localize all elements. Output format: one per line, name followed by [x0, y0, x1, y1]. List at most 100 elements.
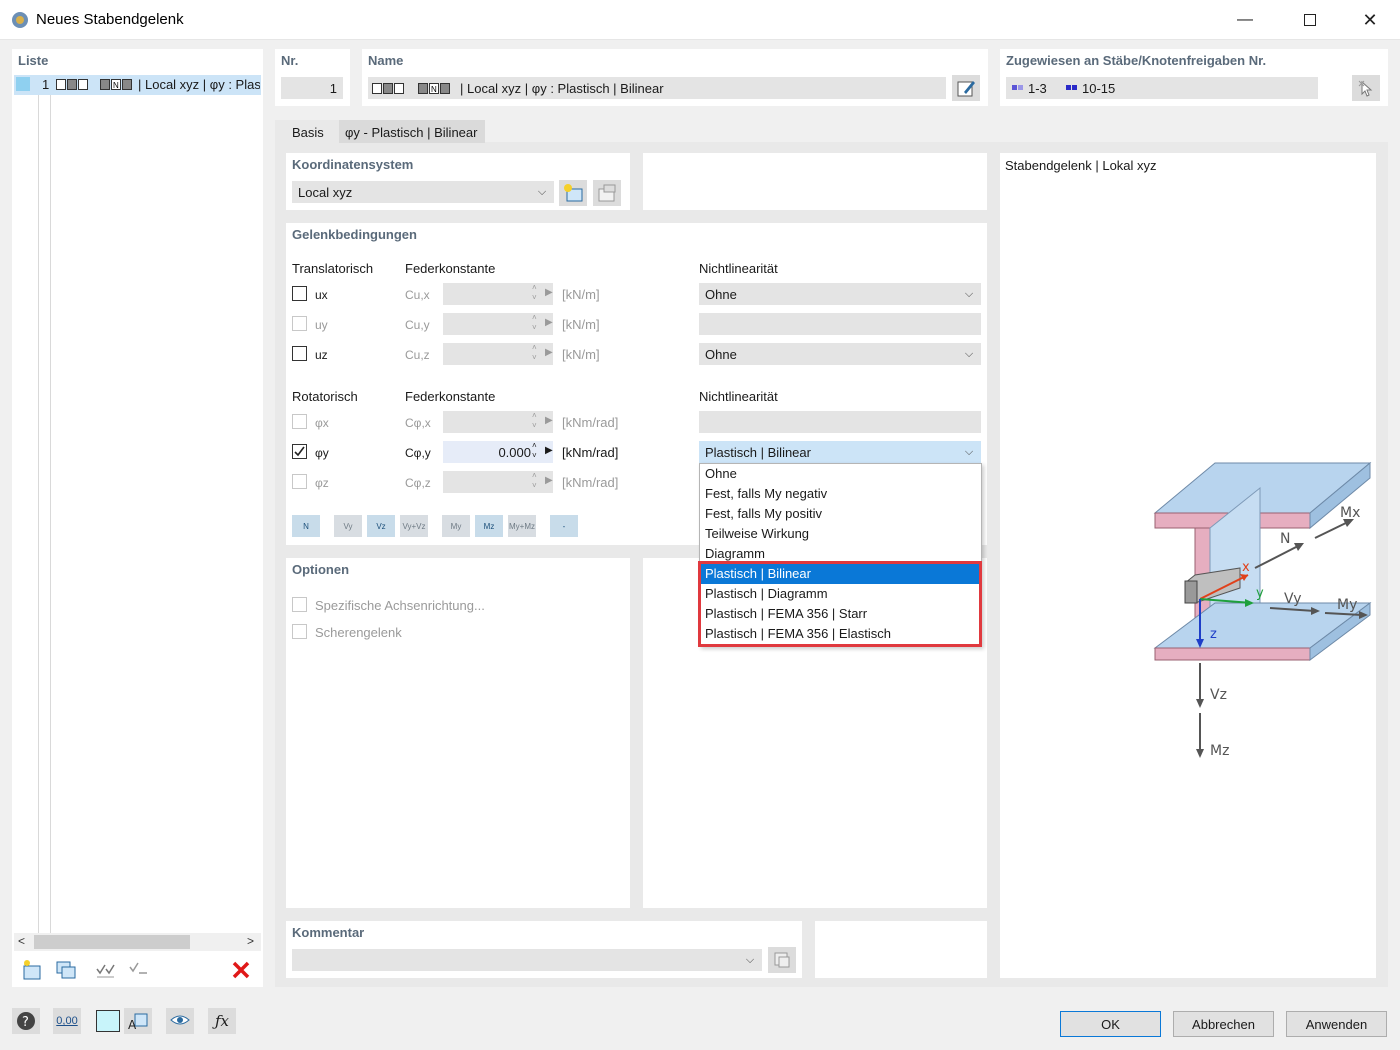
new-icon	[23, 960, 41, 980]
dropdown-option[interactable]: Fest, falls My negativ	[700, 484, 981, 504]
copy-icon	[774, 952, 790, 968]
translational-label: Translatorisch	[292, 261, 374, 276]
preset-vz-button[interactable]: Vz	[367, 515, 395, 537]
chevron-down-icon: ⌵	[537, 185, 547, 198]
close-button[interactable]: ✕	[1347, 0, 1393, 40]
play-icon[interactable]: ▶	[545, 287, 553, 298]
ok-button[interactable]: OK	[1060, 1011, 1161, 1037]
nonlinearity-label: Nichtlinearität	[699, 389, 778, 404]
toggle-check-icon	[129, 962, 147, 974]
delete-button[interactable]	[227, 957, 255, 983]
phix-checkbox[interactable]	[292, 414, 307, 429]
spring-label: Federkonstante	[405, 389, 496, 404]
list-item[interactable]: 1 N | Local xyz | φy : Plast	[14, 75, 261, 95]
checkmark-icon	[294, 446, 305, 457]
z-axis-label: z	[1210, 627, 1217, 642]
dropdown-option[interactable]: Ohne	[700, 464, 981, 484]
play-icon[interactable]: ▶	[545, 415, 553, 426]
axis-direction-checkbox[interactable]	[292, 597, 307, 612]
release-symbol-icon: N	[372, 83, 450, 94]
scrollbar-thumb[interactable]	[34, 935, 190, 949]
play-icon[interactable]: ▶	[545, 475, 553, 486]
mz-label: Mz	[1210, 743, 1229, 759]
new-coord-button[interactable]	[559, 180, 587, 206]
uy-checkbox[interactable]	[292, 316, 307, 331]
spinner-icon[interactable]: ˄ ˅	[532, 471, 537, 491]
copy-item-button[interactable]	[52, 957, 80, 983]
check-all-button[interactable]	[92, 957, 120, 983]
tab-phi-y[interactable]: φy - Plastisch | Bilinear	[339, 120, 485, 143]
edit-name-button[interactable]	[952, 75, 980, 101]
view-button[interactable]	[166, 1008, 194, 1034]
list-item-label: | Local xyz | φy : Plast	[138, 77, 260, 92]
uz-checkbox[interactable]	[292, 346, 307, 361]
eye-icon	[170, 1015, 190, 1025]
horizontal-scrollbar[interactable]: < >	[14, 933, 261, 951]
name-panel: Name N | Local xyz | φy : Plastisch | Bi…	[362, 49, 988, 106]
scroll-right-icon[interactable]: >	[247, 934, 254, 948]
ux-checkbox[interactable]	[292, 286, 307, 301]
spinner-icon[interactable]: ˄ ˅	[532, 283, 537, 303]
play-icon[interactable]: ▶	[545, 347, 553, 358]
check-all-icon	[96, 964, 115, 978]
nr-panel: Nr. 1	[275, 49, 350, 106]
chevron-down-icon: ⌵	[964, 445, 974, 458]
title-bar: Neues Stabendgelenk — ✕	[0, 0, 1400, 40]
dropdown-option[interactable]: Fest, falls My positiv	[700, 504, 981, 524]
preset-mz-button[interactable]: Mz	[475, 515, 503, 537]
comment-library-button[interactable]	[768, 947, 796, 973]
phix-nonlin-select[interactable]	[699, 411, 981, 433]
coord-value: Local xyz	[298, 184, 353, 200]
phiy-nonlin-select[interactable]: Plastisch | Bilinear ⌵	[699, 441, 981, 463]
select-members-button[interactable]	[1352, 75, 1380, 101]
preset-my-button[interactable]: My	[442, 515, 470, 537]
spinner-icon[interactable]: ˄ ˅	[532, 411, 537, 431]
help-button[interactable]: ?	[12, 1008, 40, 1034]
preset-n-button[interactable]: N	[292, 515, 320, 537]
play-icon[interactable]: ▶	[545, 445, 553, 456]
tab-basis[interactable]: Basis	[275, 120, 339, 144]
color-button[interactable]	[96, 1010, 120, 1032]
uy-nonlin-select[interactable]	[699, 313, 981, 335]
edit-icon	[957, 81, 975, 97]
uncheck-button[interactable]	[125, 957, 153, 983]
formula-button[interactable]: ƒx	[208, 1008, 236, 1034]
new-item-button[interactable]	[18, 957, 46, 983]
svg-text:N: N	[113, 81, 119, 90]
uz-nonlin-select[interactable]: Ohne ⌵	[699, 343, 981, 365]
dropdown-option[interactable]: Teilweise Wirkung	[700, 524, 981, 544]
name-field[interactable]: N | Local xyz | φy : Plastisch | Bilinea…	[368, 77, 946, 99]
phiz-checkbox[interactable]	[292, 474, 307, 489]
play-icon[interactable]: ▶	[545, 317, 553, 328]
vy-label: Vy	[1284, 591, 1302, 607]
units-button[interactable]: 0,00	[53, 1008, 81, 1034]
ux-nonlin-select[interactable]: Ohne ⌵	[699, 283, 981, 305]
scroll-left-icon[interactable]: <	[18, 934, 25, 948]
nr-field[interactable]: 1	[281, 77, 343, 99]
apply-button[interactable]: Anwenden	[1286, 1011, 1387, 1037]
select-cursor-icon	[1358, 80, 1373, 97]
preset-none-button[interactable]: -	[550, 515, 578, 537]
minimize-button[interactable]: —	[1222, 0, 1268, 40]
spinner-icon[interactable]: ˄ ˅	[532, 441, 537, 461]
spinner-icon[interactable]: ˄ ˅	[532, 313, 537, 333]
assigned-field[interactable]: 1-3 10-15	[1006, 77, 1318, 99]
name-value: | Local xyz | φy : Plastisch | Bilinear	[460, 81, 664, 96]
svg-text:A: A	[128, 1018, 137, 1032]
display-button[interactable]: A	[124, 1008, 152, 1034]
scissors-hinge-checkbox[interactable]	[292, 624, 307, 639]
n-label: N	[1280, 531, 1290, 547]
phiy-checkbox[interactable]	[292, 444, 307, 459]
coord-select[interactable]: Local xyz ⌵	[292, 181, 554, 203]
chevron-down-icon: ⌵	[964, 347, 974, 360]
coord-info-panel	[643, 153, 987, 210]
maximize-button[interactable]	[1287, 0, 1333, 40]
preset-mymz-button[interactable]: My+Mz	[508, 515, 536, 537]
preset-vy-button[interactable]: Vy	[334, 515, 362, 537]
edit-coord-button[interactable]	[593, 180, 621, 206]
comment-input[interactable]: ⌵	[292, 949, 762, 971]
spinner-icon[interactable]: ˄ ˅	[532, 343, 537, 363]
preset-vyvz-button[interactable]: Vy+Vz	[400, 515, 428, 537]
svg-text:N: N	[431, 85, 437, 94]
cancel-button[interactable]: Abbrechen	[1173, 1011, 1274, 1037]
